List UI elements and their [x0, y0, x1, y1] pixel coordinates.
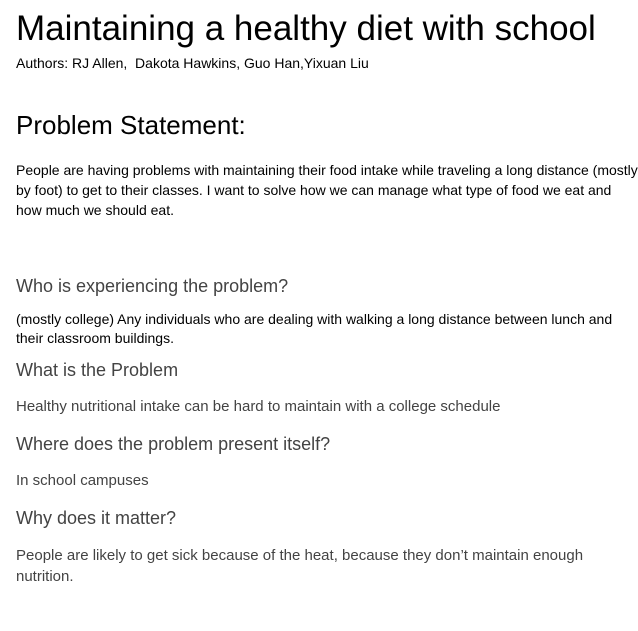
problem-statement-text: People are having problems with maintain… [16, 162, 638, 218]
answer-why-text: People are likely to get sick because of… [16, 547, 584, 585]
answer-what-text: Healthy nutritional intake can be hard t… [16, 398, 501, 415]
question-where-heading: Where does the problem present itself? [16, 434, 331, 454]
document-body: Maintaining a healthy diet with school A… [16, 0, 638, 587]
question-what-heading: What is the Problem [16, 360, 179, 380]
question-why-heading: Why does it matter? [16, 508, 177, 528]
authors-line: Authors: RJ Allen, Dakota Hawkins, Guo H… [16, 55, 369, 71]
problem-statement-heading: Problem Statement: [16, 110, 246, 140]
question-who-heading: Who is experiencing the problem? [16, 276, 289, 296]
answer-who-text: (mostly college) Any individuals who are… [16, 311, 613, 346]
answer-where-text: In school campuses [16, 472, 149, 489]
document-title: Maintaining a healthy diet with school [16, 9, 596, 48]
